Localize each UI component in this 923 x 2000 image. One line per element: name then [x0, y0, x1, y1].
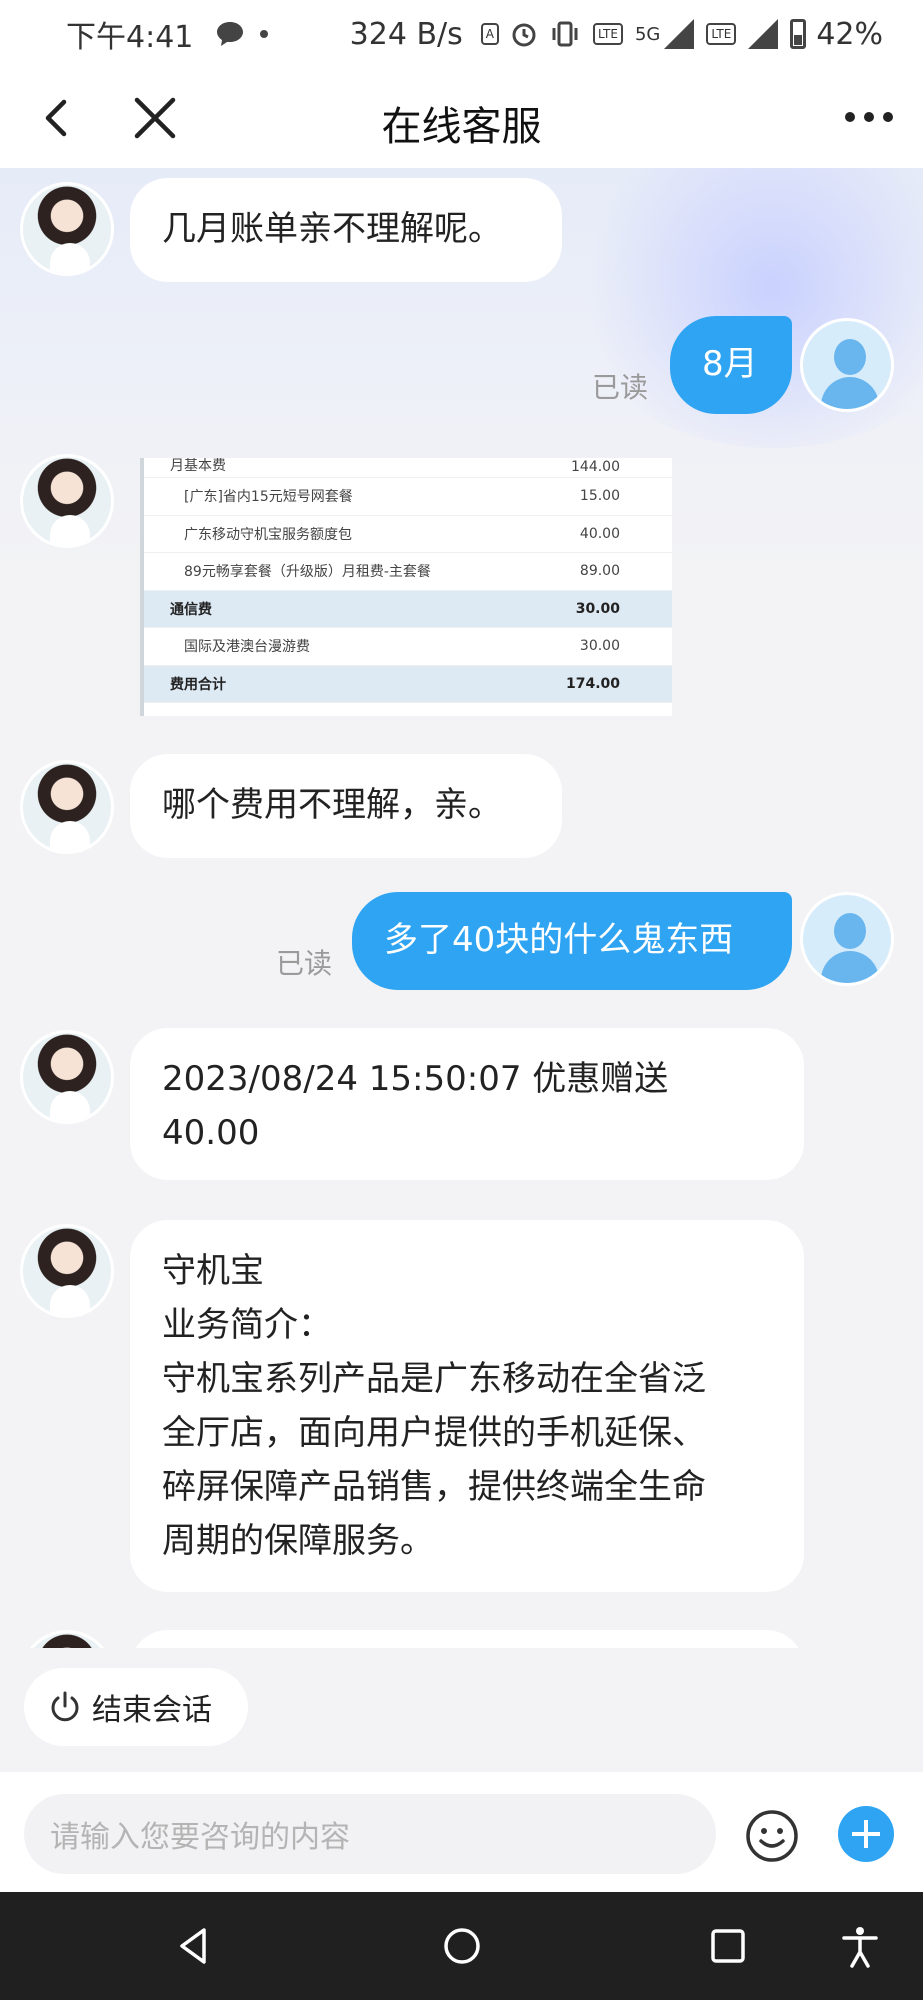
agent-message: 几月账单亲不理解呢。: [130, 178, 562, 282]
user-message: 8月: [670, 316, 792, 414]
signal-icon-2: [748, 19, 779, 49]
message-text-line: 全厅店，面向用户提供的手机延保、: [162, 1413, 706, 1453]
power-icon: [51, 1691, 79, 1722]
system-nav-bar: [0, 1892, 923, 2000]
end-session-label: 结束会话: [92, 1693, 212, 1728]
user-avatar: [800, 892, 894, 986]
alarm-icon: [512, 23, 536, 47]
agent-message: 哪个费用不理解，亲。: [130, 754, 562, 858]
battery-icon: [790, 19, 807, 49]
agent-message: 2023/08/24 15:50:07 优惠赠送 40.00: [130, 1028, 804, 1180]
user-avatar: [800, 318, 894, 412]
bill-row: 月基本费 144.00: [144, 458, 672, 478]
volte-icon-1: LTE: [593, 23, 623, 45]
nav-back-icon[interactable]: [172, 1924, 216, 1968]
message-text-line: 碎屏保障产品销售，提供终端全生命: [162, 1467, 706, 1507]
message-text: 哪个费用不理解，亲。: [162, 785, 502, 825]
chat-bubble-icon: [217, 22, 244, 46]
agent-message-partial: [130, 1630, 804, 1648]
battery-percent: 42%: [816, 16, 883, 52]
message-text: 多了40块的什么鬼东西: [384, 920, 734, 960]
bill-row: 国际及港澳台漫游费 30.00: [144, 628, 672, 666]
plus-icon[interactable]: [838, 1806, 894, 1862]
emoji-icon[interactable]: [744, 1808, 800, 1864]
nav-recents-icon[interactable]: [706, 1924, 750, 1968]
end-session-button[interactable]: 结束会话: [24, 1668, 248, 1746]
vibrate-icon: [552, 21, 578, 47]
read-status: 已读: [276, 947, 333, 980]
message-input[interactable]: 请输入您要咨询的内容: [24, 1794, 716, 1874]
agent-avatar: [20, 1630, 114, 1648]
message-text-line: 业务简介：: [162, 1305, 332, 1345]
input-bar: 请输入您要咨询的内容: [0, 1772, 923, 1892]
bill-row: 89元畅享套餐（升级版）月租费-主套餐 89.00: [144, 553, 672, 591]
bill-row: 广东移动守机宝服务额度包 40.00: [144, 516, 672, 553]
status-time: 下午4:41: [66, 20, 194, 55]
page-title: 在线客服: [381, 104, 542, 150]
message-text: 8月: [702, 344, 758, 384]
accessibility-icon[interactable]: [838, 1924, 882, 1968]
message-text-line: 周期的保障服务。: [162, 1521, 434, 1561]
more-menu-icon[interactable]: [845, 112, 893, 122]
status-bar: 下午4:41 324 B/s A LTE 5G LTE 42%: [0, 0, 923, 68]
agent-avatar: [20, 760, 114, 854]
bill-row: 费用合计 174.00: [144, 665, 672, 703]
read-status: 已读: [592, 371, 649, 404]
chat-area[interactable]: 几月账单亲不理解呢。 已读 8月 月基本费 144.00 [广东]省内15元短号网…: [0, 168, 923, 1648]
signal-icon-1: [664, 19, 695, 49]
message-text-line: 守机宝系列产品是广东移动在全省泛: [162, 1359, 706, 1399]
input-placeholder: 请输入您要咨询的内容: [50, 1820, 350, 1855]
app-header: 在线客服: [0, 68, 923, 168]
agent-avatar: [20, 182, 114, 276]
message-text: 几月账单亲不理解呢。: [162, 209, 502, 249]
message-text-line: 40.00: [162, 1113, 260, 1153]
net-5g: 5G: [634, 23, 661, 45]
bill-row: [广东]省内15元短号网套餐 15.00: [144, 478, 672, 516]
user-message: 多了40块的什么鬼东西: [352, 892, 792, 990]
agent-avatar: [20, 1030, 114, 1124]
dot-icon: [260, 30, 269, 38]
network-speed: 324 B/s: [349, 16, 463, 52]
volte-icon-2: LTE: [706, 23, 737, 45]
agent-avatar: [20, 1224, 114, 1318]
auto-hz-icon: A: [480, 23, 499, 45]
nav-home-icon[interactable]: [440, 1924, 484, 1968]
message-text-line: 守机宝: [162, 1251, 264, 1291]
bill-row: 通信费 30.00: [144, 590, 672, 628]
agent-avatar: [20, 454, 114, 548]
bill-image[interactable]: 月基本费 144.00 [广东]省内15元短号网套餐 15.00 广东移动守机宝服务…: [140, 458, 672, 716]
agent-message: 守机宝 业务简介： 守机宝系列产品是广东移动在全省泛 全厅店，面向用户提供的手机…: [130, 1220, 804, 1592]
message-text-line: 2023/08/24 15:50:07 优惠赠送: [162, 1059, 669, 1099]
